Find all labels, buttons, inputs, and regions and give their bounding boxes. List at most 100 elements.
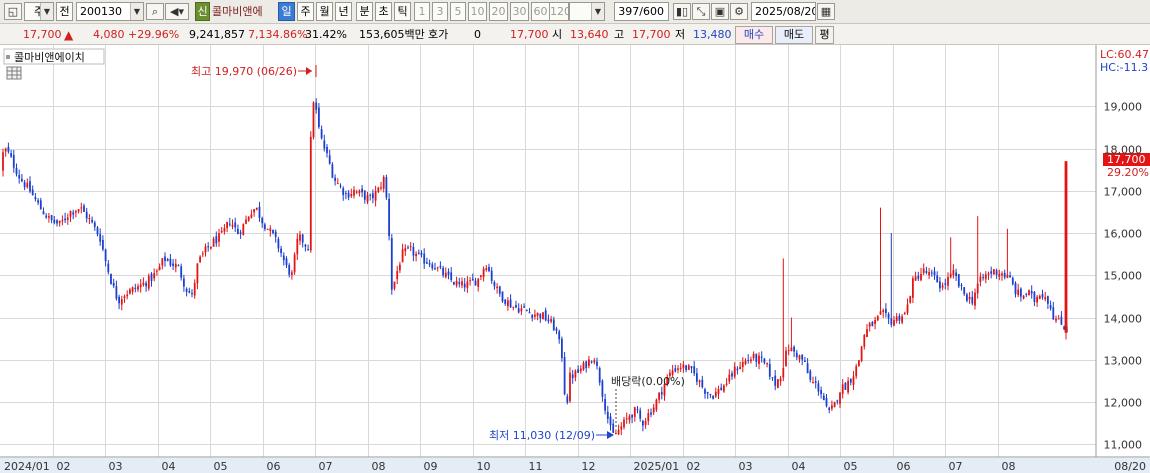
calendar-icon[interactable]: ▦	[817, 3, 835, 20]
candle-body	[936, 275, 939, 283]
date-input[interactable]: 2025/08/20	[751, 2, 816, 21]
price-axis: 11,000 12,000 13,000 14,000 15,000 16,000 17,0…	[1104, 101, 1143, 452]
candle-body	[733, 366, 736, 377]
interval-3[interactable]: 3	[432, 2, 448, 21]
tab-daily[interactable]: 일	[278, 2, 295, 21]
candle-body	[750, 359, 752, 362]
candle-body	[563, 357, 566, 395]
candle-body	[903, 312, 906, 315]
candle-body	[814, 381, 817, 383]
tab-monthly[interactable]: 월	[316, 2, 333, 21]
save-icon[interactable]: ▣	[711, 3, 729, 20]
candle-body	[58, 220, 61, 223]
interval-10[interactable]: 10	[468, 2, 487, 21]
candle-body	[687, 365, 690, 370]
candle-body	[131, 287, 134, 292]
candle-body	[220, 230, 223, 233]
candle-body	[709, 393, 712, 396]
candle-body	[790, 347, 793, 352]
search-icon[interactable]: ⌕	[146, 3, 164, 20]
sell-button[interactable]: 매도	[775, 26, 813, 44]
candle-body	[102, 240, 104, 250]
gear-icon[interactable]: ⚙	[730, 3, 748, 20]
candle-icon[interactable]: ▮▯	[673, 3, 691, 20]
candle-body	[925, 271, 928, 273]
candle-body	[150, 273, 153, 281]
interval-30[interactable]: 30	[510, 2, 529, 21]
x-tick-label: 2024/01	[4, 460, 50, 473]
interval-1[interactable]: 1	[414, 2, 430, 21]
candle-body	[412, 247, 415, 256]
speaker-icon[interactable]: ◀▾	[165, 3, 189, 20]
low-annotation: 최저 11,030 (12/09)	[489, 429, 595, 442]
candle-series	[2, 98, 1068, 436]
tab-yearly[interactable]: 년	[335, 2, 352, 21]
interval-60[interactable]: 60	[531, 2, 550, 21]
candle-body	[164, 256, 166, 262]
candle-body	[685, 365, 687, 371]
interval-select[interactable]: ▼	[569, 2, 605, 21]
candle-body	[606, 411, 609, 419]
tab-weekly[interactable]: 주	[297, 2, 314, 21]
candle-body	[423, 253, 426, 264]
candle-body	[372, 193, 374, 199]
candle-body	[307, 249, 309, 251]
candle-body	[1030, 291, 1033, 294]
candle-body	[871, 321, 874, 327]
chevron-down-icon: ▼	[40, 3, 53, 20]
candle-body	[766, 362, 768, 365]
window-icon[interactable]: ◱	[4, 3, 22, 20]
interval-20[interactable]: 20	[489, 2, 508, 21]
chevron-down-icon: ▼	[130, 3, 143, 20]
candle-body	[161, 258, 164, 266]
candle-body	[1038, 295, 1041, 299]
candle-body	[339, 185, 342, 187]
candle-body	[728, 374, 731, 382]
candle-body	[142, 282, 145, 286]
candle-body	[158, 266, 161, 271]
candle-body	[501, 291, 504, 302]
candle-body	[822, 395, 825, 401]
candle-body	[677, 368, 679, 370]
candle-body	[250, 214, 253, 218]
stock-code-input[interactable]: 200130 ▼	[76, 2, 144, 21]
candle-body	[215, 236, 218, 244]
candle-body	[247, 216, 250, 221]
candle-body	[120, 299, 123, 305]
avg-button[interactable]: 평	[815, 26, 834, 44]
buy-button[interactable]: 매수	[735, 26, 773, 44]
candle-body	[156, 270, 158, 272]
prev-button[interactable]: 전	[56, 2, 73, 21]
x-tick-label: 2025/01	[634, 460, 680, 473]
high-price: 17,700	[632, 28, 671, 41]
candle-body	[1028, 290, 1030, 296]
candle-body	[655, 399, 658, 410]
table-icon[interactable]	[6, 66, 22, 80]
candle-body	[844, 382, 847, 390]
tab-tick[interactable]: 틱	[394, 2, 411, 21]
candle-body	[444, 272, 447, 278]
candle-body	[299, 234, 301, 241]
candle-body	[183, 278, 185, 287]
interval-120[interactable]: 120	[549, 2, 569, 21]
tab-minute[interactable]: 분	[356, 2, 373, 21]
candle-body	[979, 276, 982, 283]
current-price: 17,700	[23, 28, 62, 41]
lc-value: LC:60.47	[1100, 48, 1149, 61]
candle-body	[66, 217, 69, 220]
interval-5[interactable]: 5	[450, 2, 466, 21]
candle-body	[849, 378, 852, 383]
tab-second[interactable]: 초	[375, 2, 392, 21]
candle-body	[930, 272, 933, 274]
candle-body	[72, 212, 75, 215]
period-select[interactable]: 주 ▼	[24, 2, 54, 21]
bar-count-input[interactable]: 397/600	[614, 2, 669, 21]
candle-body	[282, 255, 285, 261]
y-tick-label: 16,000	[1104, 228, 1143, 241]
candle-body	[312, 102, 315, 138]
candle-body	[841, 384, 844, 394]
tool-icon[interactable]: ⤡	[692, 3, 710, 20]
candle-body	[914, 276, 917, 281]
trade-amount: 153,605백만	[359, 28, 425, 41]
candle-body	[868, 323, 871, 327]
